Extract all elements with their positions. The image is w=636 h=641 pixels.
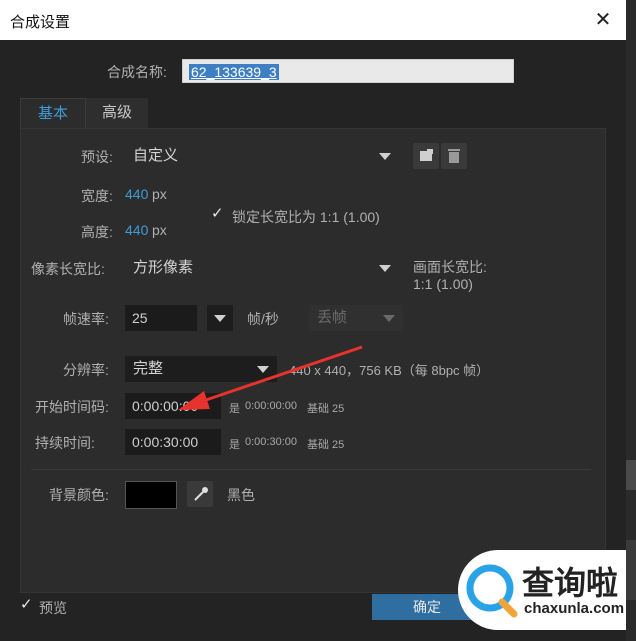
annotation-arrow: [178, 345, 363, 410]
search-icon: [466, 564, 518, 618]
watermark-url: chaxunla.com: [524, 600, 625, 617]
watermark: 查询啦 chaxunla.com: [458, 550, 626, 630]
watermark-brand: 查询啦: [522, 565, 619, 601]
